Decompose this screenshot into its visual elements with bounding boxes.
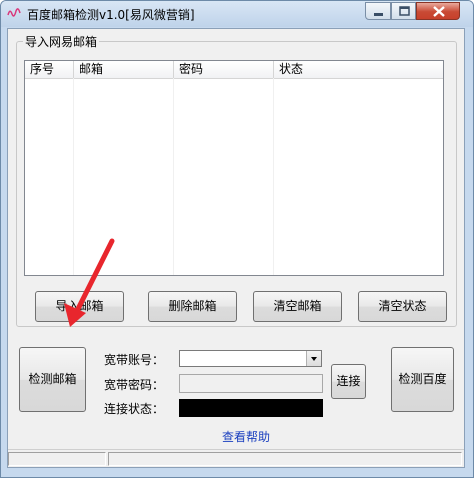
check-baidu-button[interactable]: 检测百度	[391, 347, 454, 412]
status-label: 连接状态：	[104, 402, 165, 416]
account-label: 宽带账号：	[104, 353, 165, 367]
import-group-legend: 导入网易邮箱	[23, 33, 100, 50]
column-header-password[interactable]: 密码	[174, 61, 274, 78]
column-header-email[interactable]: 邮箱	[74, 61, 174, 78]
column-divider	[173, 78, 174, 275]
minimize-icon	[374, 13, 383, 16]
delete-mail-button[interactable]: 删除邮箱	[148, 291, 237, 322]
close-button[interactable]	[416, 2, 460, 20]
status-pane	[8, 452, 106, 466]
clear-status-button[interactable]: 清空状态	[358, 291, 447, 322]
password-label: 宽带密码：	[104, 378, 165, 392]
maximize-icon	[399, 6, 410, 16]
title-bar[interactable]: 百度邮箱检测v1.0[易风微营销]	[1, 1, 473, 27]
status-bar	[8, 449, 464, 468]
password-field[interactable]	[179, 374, 323, 393]
column-header-index[interactable]: 序号	[25, 61, 74, 78]
clear-mail-button[interactable]: 清空邮箱	[253, 291, 342, 322]
import-group: 导入网易邮箱 序号 邮箱 密码 状态 导入邮箱 删除邮箱 清空邮箱 清空状态	[16, 33, 457, 327]
import-mail-button[interactable]: 导入邮箱	[35, 291, 124, 322]
client-area: 导入网易邮箱 序号 邮箱 密码 状态 导入邮箱 删除邮箱 清空邮箱 清空状态 检…	[7, 28, 465, 468]
app-window: 百度邮箱检测v1.0[易风微营销] 导入网易邮箱 序号 邮箱 密码 状态 导入邮…	[0, 0, 474, 478]
list-header: 序号 邮箱 密码 状态	[25, 61, 443, 79]
help-link[interactable]: 查看帮助	[222, 428, 270, 445]
app-logo-icon	[7, 8, 21, 17]
close-icon	[433, 6, 445, 17]
status-pane	[108, 452, 462, 466]
minimize-button[interactable]	[365, 2, 391, 20]
dropdown-button[interactable]	[306, 351, 321, 366]
connection-status-indicator	[179, 399, 323, 417]
window-title: 百度邮箱检测v1.0[易风微营销]	[27, 8, 195, 22]
chevron-down-icon	[311, 357, 317, 361]
connect-button[interactable]: 连接	[331, 364, 366, 399]
maximize-button[interactable]	[391, 2, 416, 20]
column-divider	[273, 78, 274, 275]
column-header-status[interactable]: 状态	[274, 61, 443, 78]
column-divider	[73, 78, 74, 275]
check-mail-button[interactable]: 检测邮箱	[19, 347, 86, 412]
mail-list[interactable]: 序号 邮箱 密码 状态	[24, 60, 444, 276]
account-select[interactable]	[179, 350, 322, 367]
